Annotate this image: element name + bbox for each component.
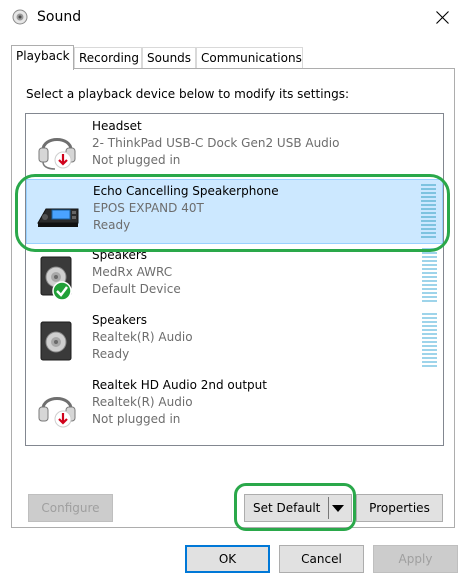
device-detail: Realtek(R) Audio [92, 330, 193, 344]
speakerphone-icon [37, 208, 79, 227]
speaker-icon [40, 321, 72, 361]
ok-button[interactable]: OK [185, 545, 270, 573]
unplugged-arrow-icon [54, 410, 72, 428]
meter-segment [421, 228, 436, 230]
meter-segment [422, 313, 437, 315]
volume-meter [421, 184, 436, 240]
device-status: Not plugged in [92, 153, 181, 167]
meter-segment [422, 268, 437, 270]
apply-button[interactable]: Apply [373, 545, 458, 573]
meter-segment [422, 333, 437, 335]
meter-segment [422, 321, 437, 323]
close-button[interactable] [420, 0, 466, 36]
device-detail: Realtek(R) Audio [92, 395, 193, 409]
set-default-split-button[interactable]: Set Default [244, 494, 352, 522]
tab-recording[interactable]: Recording [74, 47, 142, 69]
meter-segment [422, 296, 437, 298]
meter-segment [422, 317, 437, 319]
close-icon [436, 11, 449, 24]
meter-segment [422, 292, 437, 294]
meter-segment [421, 236, 436, 238]
tab-communications[interactable]: Communications [196, 47, 303, 69]
device-name: Realtek HD Audio 2nd output [92, 378, 267, 392]
meter-segment [421, 188, 436, 190]
device-status: Ready [93, 218, 131, 232]
meter-segment [421, 184, 436, 186]
meter-segment [422, 345, 437, 347]
meter-segment [422, 329, 437, 331]
meter-segment [421, 212, 436, 214]
meter-segment [422, 341, 437, 343]
meter-segment [421, 208, 436, 210]
unplugged-arrow-icon [54, 151, 72, 169]
set-default-button[interactable]: Set Default [253, 495, 320, 521]
meter-segment [421, 232, 436, 234]
properties-button[interactable]: Properties [356, 494, 443, 522]
meter-segment [421, 224, 436, 226]
meter-segment [422, 248, 437, 250]
meter-segment [422, 264, 437, 266]
device-status: Default Device [92, 282, 181, 296]
device-name: Headset [92, 119, 142, 133]
device-detail: EPOS EXPAND 40T [93, 201, 204, 215]
device-item-realtek-2nd-output[interactable]: Realtek HD Audio 2nd output Realtek(R) A… [26, 374, 443, 439]
device-detail: 2- ThinkPad USB-C Dock Gen2 USB Audio [92, 136, 340, 150]
meter-segment [421, 196, 436, 198]
meter-segment [422, 280, 437, 282]
meter-segment [422, 276, 437, 278]
device-item-echo-cancelling-speakerphone[interactable]: Echo Cancelling Speakerphone EPOS EXPAND… [26, 179, 443, 244]
meter-segment [422, 349, 437, 351]
meter-segment [422, 256, 437, 258]
split-divider [328, 497, 329, 519]
title-bar: Sound [0, 0, 466, 36]
meter-segment [422, 365, 437, 367]
device-item-speakers-medrx[interactable]: Speakers MedRx AWRC Default Device [26, 244, 443, 309]
meter-segment [421, 204, 436, 206]
playback-panel: Select a playback device below to modify… [11, 68, 455, 528]
tab-sounds[interactable]: Sounds [142, 47, 196, 69]
meter-segment [422, 361, 437, 363]
chevron-down-icon[interactable] [332, 505, 344, 512]
device-name: Speakers [92, 313, 148, 327]
tab-playback[interactable]: Playback [11, 45, 74, 70]
instruction-text: Select a playback device below to modify… [26, 87, 350, 101]
device-name: Speakers [92, 248, 148, 262]
meter-segment [421, 216, 436, 218]
cancel-button[interactable]: Cancel [279, 545, 364, 573]
meter-segment [422, 260, 437, 262]
meter-segment [422, 357, 437, 359]
default-check-icon [52, 281, 72, 301]
configure-button[interactable]: Configure [28, 494, 113, 522]
meter-segment [422, 325, 437, 327]
device-item-speakers-realtek[interactable]: Speakers Realtek(R) Audio Ready [26, 309, 443, 374]
meter-segment [422, 288, 437, 290]
volume-meter [422, 248, 437, 304]
meter-segment [422, 300, 437, 302]
device-name: Echo Cancelling Speakerphone [93, 184, 279, 198]
device-status: Not plugged in [92, 412, 181, 426]
device-item-headset[interactable]: Headset 2- ThinkPad USB-C Dock Gen2 USB … [26, 115, 443, 180]
meter-segment [422, 284, 437, 286]
meter-segment [422, 272, 437, 274]
meter-segment [421, 200, 436, 202]
meter-segment [422, 252, 437, 254]
meter-segment [421, 192, 436, 194]
volume-meter [422, 313, 437, 369]
device-list[interactable]: Headset 2- ThinkPad USB-C Dock Gen2 USB … [25, 113, 444, 446]
meter-segment [421, 220, 436, 222]
device-detail: MedRx AWRC [92, 265, 173, 279]
speaker-app-icon [12, 9, 28, 25]
device-status: Ready [92, 347, 130, 361]
meter-segment [422, 337, 437, 339]
meter-segment [422, 353, 437, 355]
window-title: Sound [37, 9, 82, 25]
